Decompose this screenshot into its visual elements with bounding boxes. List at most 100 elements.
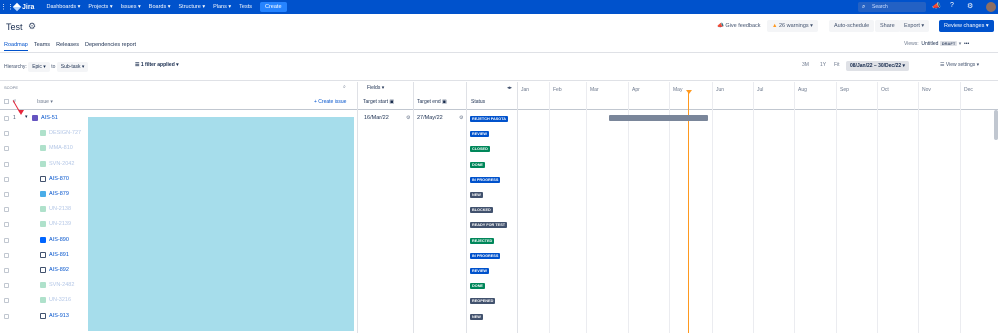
status-lozenge[interactable]: CLOSED [470, 146, 490, 153]
help-icon[interactable]: ? [950, 2, 954, 9]
nav-plans[interactable]: Plans ▾ [213, 4, 231, 10]
target-start-settings-icon[interactable]: ⚙ [406, 115, 410, 121]
story-type-icon [40, 297, 46, 304]
issue-key-link[interactable]: UN-2139 [49, 221, 71, 227]
vertical-scrollbar[interactable] [994, 110, 998, 140]
epic-timeline-bar[interactable] [609, 115, 708, 121]
row-checkbox[interactable] [4, 146, 9, 152]
nav-dashboards[interactable]: Dashboards ▾ [46, 4, 80, 10]
row-checkbox[interactable] [4, 192, 9, 197]
review-changes-button[interactable]: Review changes ▾ [939, 20, 994, 32]
nav-tests[interactable]: Tests [239, 4, 252, 10]
jira-logo[interactable]: Jira [12, 2, 34, 12]
row-checkbox[interactable] [4, 161, 9, 167]
row-checkbox[interactable] [4, 313, 9, 319]
range-fit-button[interactable]: Fit [834, 62, 840, 68]
export-label: Export [904, 23, 920, 29]
status-lozenge[interactable]: NEW [470, 192, 483, 198]
target-start-label: Target start [363, 99, 389, 105]
row-checkbox[interactable] [4, 207, 9, 213]
status-lozenge[interactable]: REJETCH PASOTA [470, 116, 509, 122]
status-lozenge[interactable]: IN PROGRESS [470, 176, 501, 183]
status-lozenge[interactable]: REVIEW [470, 131, 489, 138]
issue-key-link[interactable]: AIS-870 [49, 176, 69, 182]
issue-key-link[interactable]: AIS-890 [49, 237, 69, 243]
warnings-button[interactable]: ▲ 26 warnings ▾ [767, 20, 818, 32]
nav-issues[interactable]: Issues ▾ [121, 4, 141, 10]
views-selector[interactable]: Views: Untitled DRAFT ▾ ••• [904, 41, 969, 47]
issue-key-link[interactable]: SVN-2042 [49, 161, 74, 167]
story-type-icon [40, 145, 46, 152]
row-checkbox[interactable] [4, 298, 9, 304]
row-checkbox[interactable] [4, 116, 9, 121]
target-end-settings-icon[interactable]: ⚙ [459, 115, 463, 121]
status-lozenge[interactable]: REVIEW [470, 268, 489, 274]
nav-structure[interactable]: Structure ▾ [179, 4, 206, 10]
date-range-value: 08/Jan/22 – 30/Dec/22 [850, 63, 902, 69]
row-checkbox[interactable] [4, 283, 9, 289]
select-all-checkbox[interactable] [4, 99, 9, 104]
row-checkbox[interactable] [4, 268, 9, 273]
status-lozenge[interactable]: DONE [470, 283, 485, 290]
search-input[interactable]: ⌕ Search [858, 2, 926, 12]
target-end-header[interactable]: Target end ▣ [417, 99, 447, 105]
fields-dropdown[interactable]: Fields ▾ [367, 85, 384, 91]
issue-key-link[interactable]: AIS-892 [49, 267, 69, 273]
row-checkbox[interactable] [4, 176, 9, 182]
hierarchy-to-select[interactable]: Sub-task ▾ [56, 62, 89, 72]
issue-key-link[interactable]: MMA-810 [49, 145, 73, 151]
share-button[interactable]: Share [875, 20, 900, 32]
row-checkbox[interactable] [4, 237, 9, 243]
create-issue-button[interactable]: + Create issue [314, 99, 346, 105]
tab-releases[interactable]: Releases [56, 42, 79, 51]
give-feedback-button[interactable]: 📣 Give feedback [712, 20, 766, 32]
more-options-icon[interactable]: ••• [964, 41, 969, 47]
target-end-value[interactable]: 27/May/22 [417, 115, 443, 121]
collapse-fields-icon[interactable]: ◂▸ [507, 85, 512, 91]
status-lozenge[interactable]: IN PROGRESS [470, 252, 501, 259]
row-checkbox[interactable] [4, 252, 9, 258]
status-lozenge[interactable]: NEW [470, 313, 483, 320]
user-avatar[interactable] [986, 2, 996, 12]
issue-key-link[interactable]: UN-2138 [49, 206, 71, 212]
hierarchy-from-select[interactable]: Epic ▾ [28, 62, 50, 72]
status-lozenge[interactable]: DONE [470, 161, 485, 168]
issue-key-link[interactable]: AIS-891 [49, 252, 69, 258]
settings-gear-icon[interactable]: ⚙ [967, 2, 973, 10]
status-lozenge[interactable]: BLOCKED [470, 207, 493, 214]
issue-key-link[interactable]: UN-3216 [49, 297, 71, 303]
issue-header[interactable]: Issue ▾ [37, 99, 53, 105]
row-checkbox[interactable] [4, 222, 9, 228]
nav-boards[interactable]: Boards ▾ [149, 4, 171, 10]
row-checkbox[interactable] [4, 131, 9, 137]
target-start-header[interactable]: Target start ▣ [363, 99, 394, 105]
issue-key-link[interactable]: SVN-2482 [49, 282, 74, 288]
status-lozenge[interactable]: REJECTED [470, 237, 495, 244]
filters-button[interactable]: ☰ 1 filter applied ▾ [135, 62, 179, 68]
date-range-select[interactable]: 08/Jan/22 – 30/Dec/22 ▾ [846, 61, 910, 71]
range-3m-button[interactable]: 3M [802, 62, 809, 68]
view-settings-button[interactable]: ☰ View settings ▾ [940, 62, 979, 68]
tab-dependencies-report[interactable]: Dependencies report [85, 42, 136, 51]
notifications-icon[interactable]: 📣 [932, 2, 941, 10]
plan-settings-gear-icon[interactable]: ⚙ [28, 21, 36, 32]
expand-chevron-icon[interactable]: ▾ [25, 114, 28, 120]
scope-search-icon[interactable]: ⌕ [343, 84, 346, 90]
range-1y-button[interactable]: 1Y [820, 62, 826, 68]
warning-icon: ▲ [772, 23, 778, 29]
issue-key-link[interactable]: AIS-913 [49, 313, 69, 319]
auto-schedule-button[interactable]: Auto-schedule [829, 20, 875, 32]
row-rank: 1 [13, 115, 16, 121]
status-lozenge[interactable]: REOPENED [470, 298, 496, 305]
issue-key-link[interactable]: AIS-879 [49, 191, 69, 197]
target-start-value[interactable]: 16/Mar/22 [364, 115, 389, 121]
status-lozenge[interactable]: READY FOR TEST [470, 222, 508, 229]
issue-key-link[interactable]: AIS-51 [41, 115, 58, 121]
tab-roadmap[interactable]: Roadmap [4, 42, 28, 51]
issue-key-link[interactable]: DESIGN-727 [49, 130, 81, 136]
tab-teams[interactable]: Teams [34, 42, 50, 51]
export-button[interactable]: Export ▾ [899, 20, 930, 32]
nav-projects[interactable]: Projects ▾ [88, 4, 112, 10]
annotation-arrow-head [18, 110, 24, 115]
create-button[interactable]: Create [260, 2, 287, 12]
